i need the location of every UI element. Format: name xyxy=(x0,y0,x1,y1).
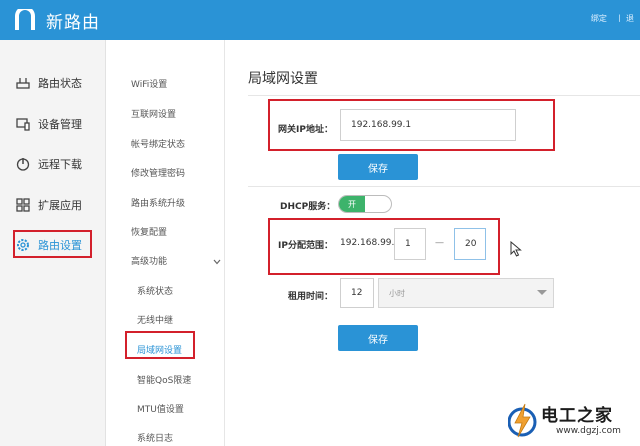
title-divider xyxy=(248,95,640,96)
mouse-cursor-icon xyxy=(510,241,522,257)
submenu-item-firmware-upgrade[interactable]: 路由系统升级 xyxy=(131,196,185,209)
router-logo-icon xyxy=(15,9,35,30)
submenu-item-advanced[interactable]: 高级功能 xyxy=(131,254,221,267)
settings-submenu: WiFi设置 互联网设置 帐号绑定状态 修改管理密码 路由系统升级 恢复配置 高… xyxy=(107,40,225,446)
header-links: 绑定 丨 退 xyxy=(585,13,634,24)
highlight-router-settings xyxy=(13,230,92,258)
page-title: 局域网设置 xyxy=(248,71,318,87)
submenu-item-account-binding[interactable]: 帐号绑定状态 xyxy=(131,137,185,150)
submenu-item-change-password[interactable]: 修改管理密码 xyxy=(131,166,185,179)
sidebar-item-router-status[interactable]: 路由状态 xyxy=(16,72,82,94)
sidebar-item-device-management[interactable]: 设备管理 xyxy=(16,113,82,135)
section-divider xyxy=(248,186,640,187)
sidebar-item-label: 路由状态 xyxy=(38,77,82,90)
submenu-item-system-log[interactable]: 系统日志 xyxy=(137,431,173,444)
lease-unit-value: 小时 xyxy=(389,288,405,298)
submenu-item-mtu[interactable]: MTU值设置 xyxy=(137,402,184,415)
chevron-down-icon xyxy=(537,290,547,295)
highlight-ip-range xyxy=(268,218,500,275)
sidebar-item-label: 扩展应用 xyxy=(38,199,82,212)
toggle-on-label: 开 xyxy=(339,196,365,212)
save-gateway-button[interactable]: 保存 xyxy=(338,154,418,180)
submenu-item-internet[interactable]: 互联网设置 xyxy=(131,107,176,120)
top-header: 新路由 绑定 丨 退 xyxy=(0,0,640,40)
submenu-item-label: 高级功能 xyxy=(131,257,168,267)
bind-link[interactable]: 绑定 xyxy=(591,14,607,23)
sidebar-item-label: 设备管理 xyxy=(38,118,82,131)
sidebar-item-extensions[interactable]: 扩展应用 xyxy=(16,194,82,216)
dhcp-toggle[interactable]: 开 xyxy=(338,195,392,213)
submenu-item-qos[interactable]: 智能QoS限速 xyxy=(137,373,191,386)
lease-unit-select[interactable]: 小时 xyxy=(378,278,554,308)
submenu-item-system-status[interactable]: 系统状态 xyxy=(137,284,173,297)
lease-time-input[interactable]: 12 xyxy=(340,278,374,308)
router-icon xyxy=(16,78,30,89)
lightning-logo-icon xyxy=(508,403,537,438)
lease-time-value: 12 xyxy=(351,288,363,298)
sidebar-item-remote-download[interactable]: 远程下载 xyxy=(16,153,82,175)
grid-icon xyxy=(16,198,30,212)
submenu-item-wireless-repeater[interactable]: 无线中继 xyxy=(137,313,173,326)
save-dhcp-button[interactable]: 保存 xyxy=(338,325,418,351)
watermark-url: www.dgzj.com xyxy=(556,426,621,436)
power-icon xyxy=(16,158,30,171)
watermark-text: 电工之家 xyxy=(541,406,613,426)
highlight-lan-settings xyxy=(125,331,195,359)
submenu-item-restore-config[interactable]: 恢复配置 xyxy=(131,225,167,238)
dhcp-label: DHCP服务： xyxy=(280,202,336,212)
highlight-gateway-ip xyxy=(268,99,555,151)
sidebar-item-label: 远程下载 xyxy=(38,158,82,171)
submenu-item-wifi[interactable]: WiFi设置 xyxy=(131,77,167,90)
chevron-down-icon xyxy=(213,259,221,265)
watermark: 电工之家 www.dgzj.com xyxy=(504,396,640,446)
logo-text: 新路由 xyxy=(46,13,100,33)
logout-link[interactable]: 丨 退 xyxy=(615,14,634,23)
lease-time-label: 租用时间： xyxy=(288,292,334,302)
device-icon xyxy=(16,118,30,131)
